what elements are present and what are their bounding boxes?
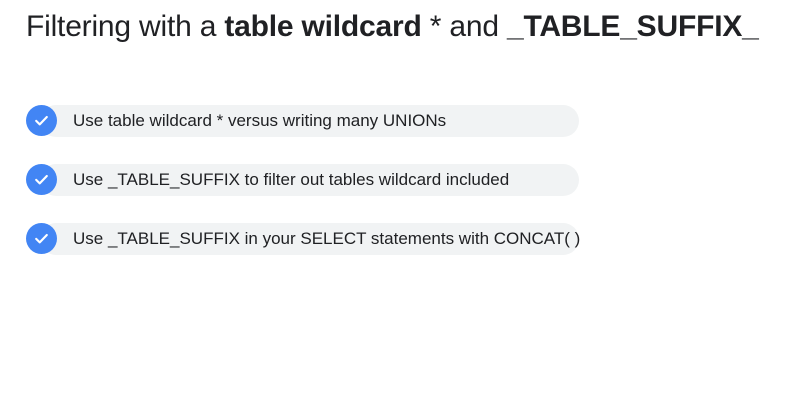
check-circle-icon bbox=[26, 223, 57, 254]
list-item: Use table wildcard * versus writing many… bbox=[26, 105, 579, 137]
list-item-label: Use _TABLE_SUFFIX in your SELECT stateme… bbox=[73, 229, 581, 248]
title-part-1: Filtering with a bbox=[26, 10, 225, 43]
title-part-2: table wildcard bbox=[224, 10, 422, 43]
check-circle-icon bbox=[26, 105, 57, 136]
list-item-label: Use _TABLE_SUFFIX to filter out tables w… bbox=[73, 170, 510, 189]
checkmark-icon bbox=[35, 233, 48, 244]
title-part-4: _TABLE_SUFFIX_ bbox=[506, 10, 759, 43]
bullet-list: Use table wildcard * versus writing many… bbox=[26, 105, 581, 282]
list-item: Use _TABLE_SUFFIX to filter out tables w… bbox=[26, 164, 579, 196]
checkmark-icon bbox=[35, 174, 48, 185]
check-circle-icon bbox=[26, 164, 57, 195]
slide-title: Filtering with a table wildcard * and _T… bbox=[26, 9, 759, 45]
list-item-label: Use table wildcard * versus writing many… bbox=[73, 111, 447, 130]
list-item: Use _TABLE_SUFFIX in your SELECT stateme… bbox=[26, 223, 581, 255]
checkmark-icon bbox=[35, 115, 48, 126]
title-part-3: * and bbox=[421, 10, 507, 43]
